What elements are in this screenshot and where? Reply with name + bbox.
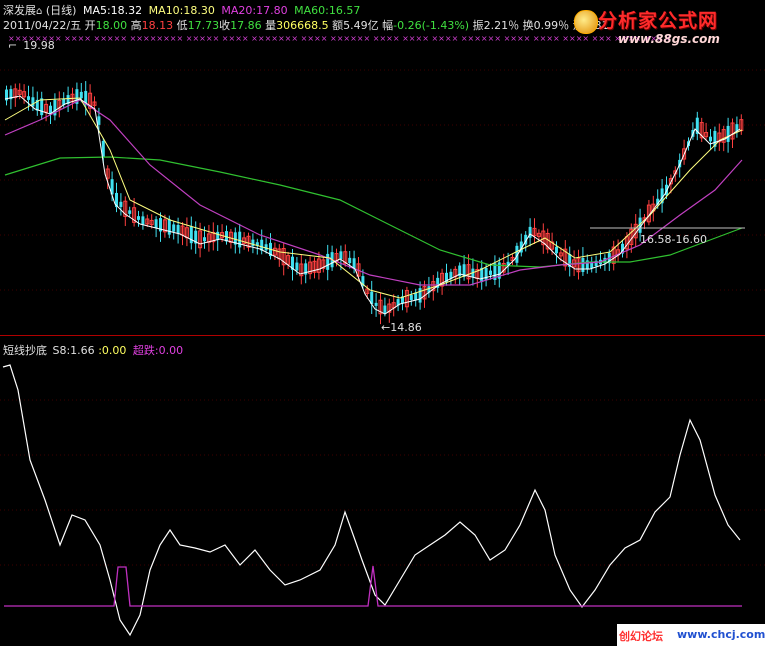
candle-down: [726, 125, 730, 142]
candle-down: [348, 257, 352, 264]
candle-down: [383, 305, 387, 313]
low-marker-value: 14.86: [390, 321, 422, 334]
site-logo: 分析家公式网 www.88gs.com: [574, 4, 762, 52]
candle-down: [176, 225, 180, 234]
candle-down: [137, 216, 140, 220]
indicator-s8: S8:1.66: [52, 344, 95, 357]
candle-down: [141, 216, 145, 225]
ma20-line: [4, 99, 743, 286]
candle-down: [489, 270, 492, 275]
indicator-oversold: 超跌:0.00: [132, 344, 184, 357]
indicator-line: [2, 364, 741, 637]
candle-down: [40, 98, 44, 116]
candle-down: [97, 116, 101, 125]
grid-lines: [0, 69, 765, 566]
candle-down: [79, 91, 83, 99]
candle-down: [172, 224, 176, 232]
candle-down: [709, 136, 712, 142]
candle-down: [154, 219, 158, 229]
left-arrow-icon: ←: [381, 321, 391, 334]
candle-down: [167, 219, 171, 235]
candle-down: [555, 246, 558, 254]
candle-down: [326, 253, 330, 270]
candle-down: [418, 288, 422, 303]
logo-url: www.88gs.com: [618, 32, 720, 46]
candle-down: [339, 251, 343, 260]
indicator-name[interactable]: 短线抄底: [3, 344, 47, 357]
high-marker-value: 19.98: [23, 39, 55, 52]
candle-down: [581, 257, 585, 273]
oversold-line: [4, 565, 742, 607]
indicator-val: :0.00: [98, 344, 127, 357]
indicator-header: 短线抄底 S8:1.66 :0.00 超跌:0.00: [3, 344, 183, 357]
candle-down: [374, 302, 378, 306]
panel-divider: [0, 335, 765, 336]
logo-text: 分析家公式网: [598, 10, 719, 32]
candle-down: [128, 210, 132, 214]
candle-down: [414, 292, 418, 301]
arrow-icon: ⌐: [8, 39, 18, 52]
candle-down: [352, 258, 356, 269]
logo-badge-icon: [574, 10, 598, 34]
candle-down: [119, 201, 123, 207]
candle-down: [295, 262, 299, 271]
candle-down: [27, 96, 30, 100]
watermark-right: www.chcj.com: [677, 628, 765, 641]
range-marker: 16.58-16.60: [640, 233, 707, 246]
candlestick-series: [5, 81, 744, 325]
low-marker: ←14.86: [381, 321, 422, 334]
watermark-left: 创幻论坛: [619, 630, 663, 643]
watermark: 创幻论坛 www.chcj.com: [617, 624, 765, 646]
high-marker: ⌐ 19.98: [8, 39, 55, 52]
candle-down: [238, 231, 242, 248]
candle-down: [409, 295, 413, 301]
candle-down: [203, 237, 206, 242]
